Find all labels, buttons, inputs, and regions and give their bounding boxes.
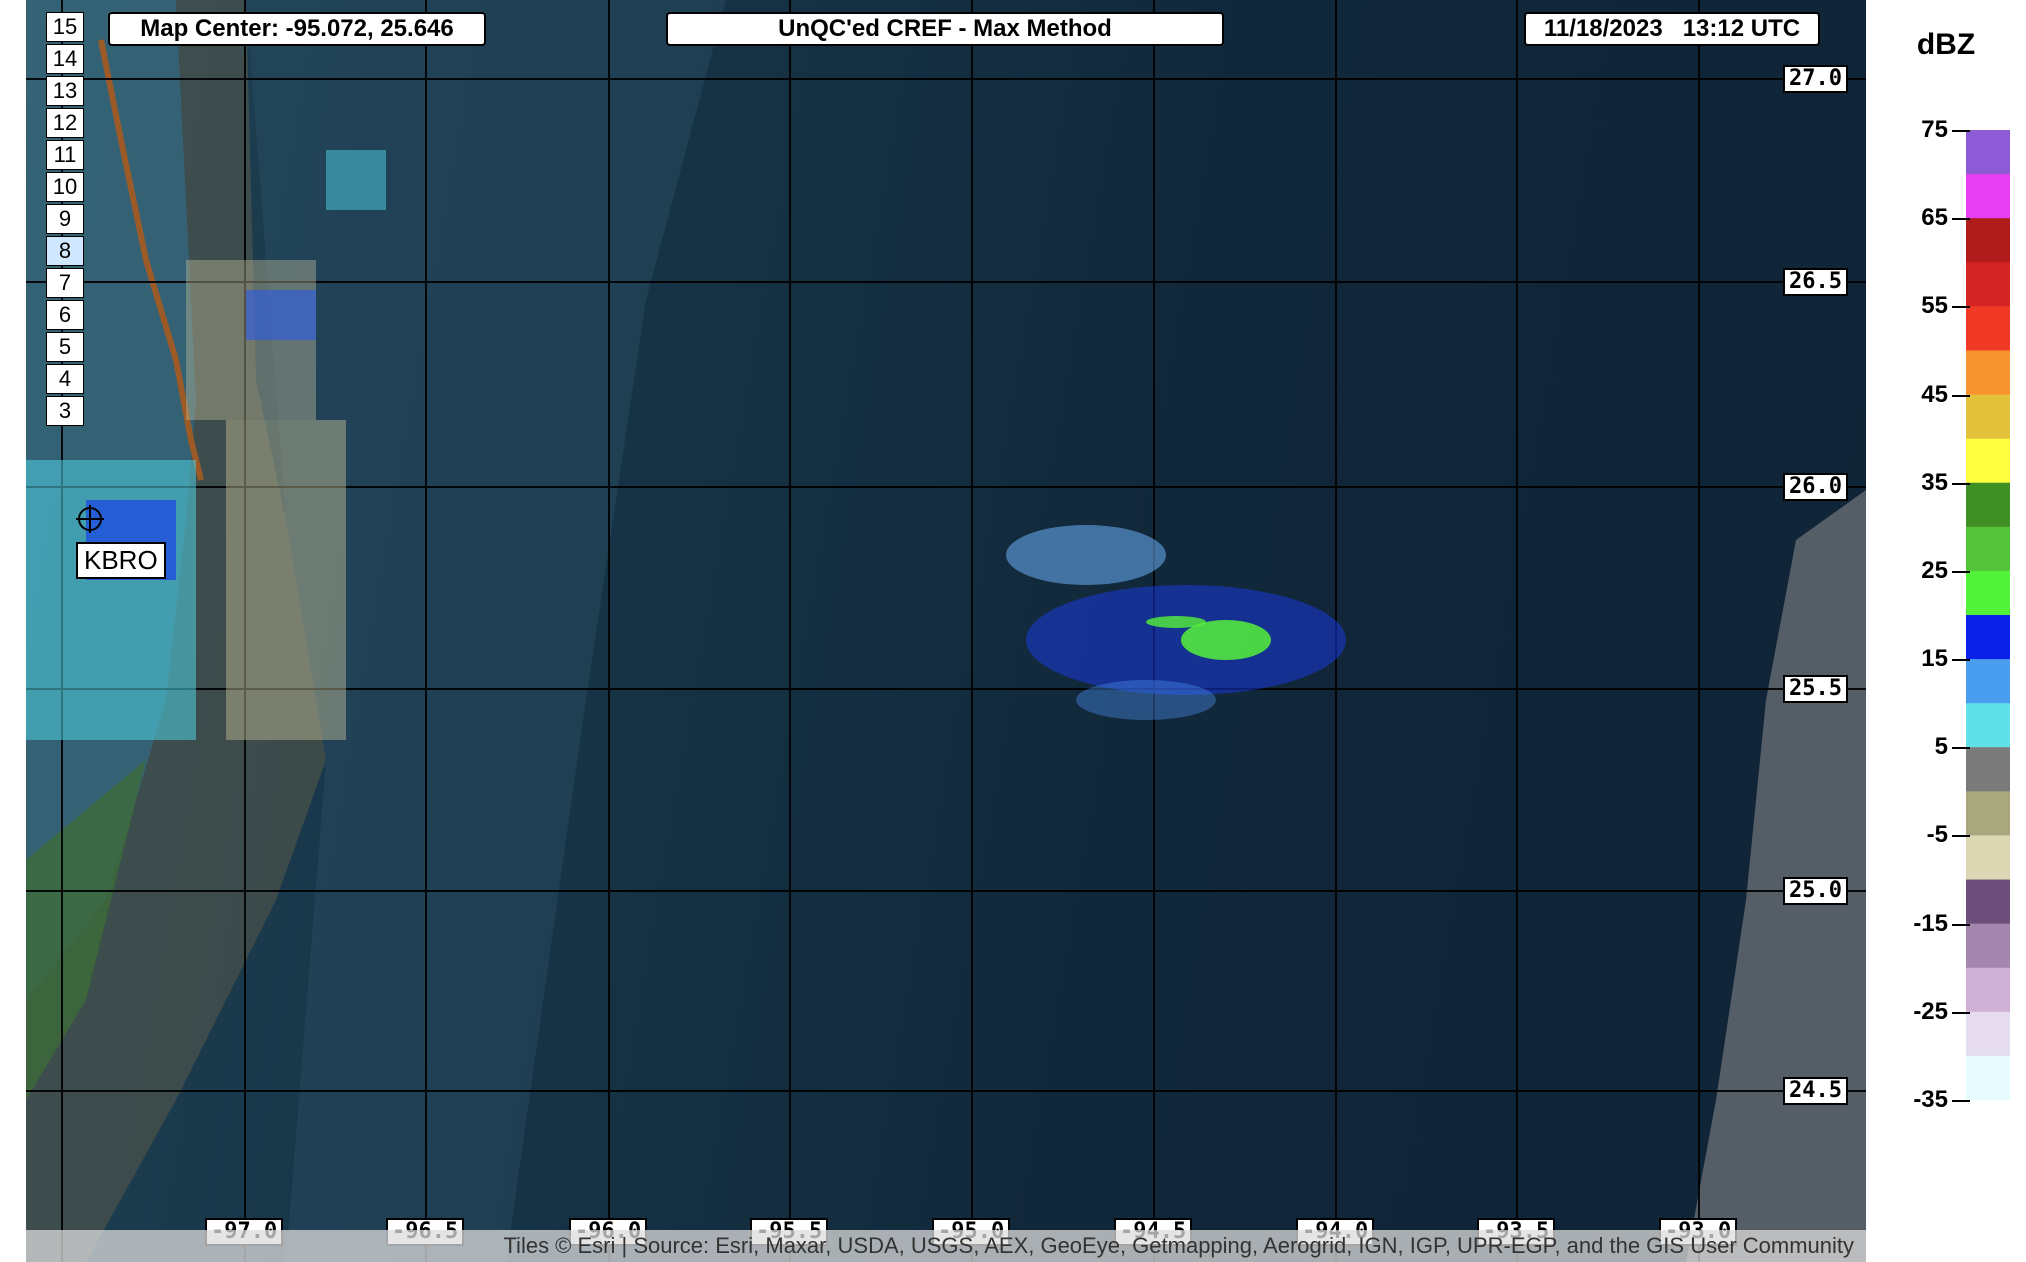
- legend-swatch: [1966, 350, 2010, 396]
- legend-tick-label: 5: [1934, 733, 1948, 761]
- zoom-level-3[interactable]: 3: [46, 396, 84, 426]
- legend-tick-mark: [1952, 130, 1970, 132]
- legend-swatch: [1966, 526, 2010, 572]
- legend-tick-label: 75: [1921, 116, 1948, 143]
- radar-map[interactable]: 15 14 13 12 11 10 9 8 7 6 5 4 3 Map Center: -95.072,…: [26, 0, 1866, 1262]
- latitude-label: 26.0: [1783, 473, 1848, 501]
- legend-swatch: [1966, 923, 2010, 969]
- zoom-level-12[interactable]: 12: [46, 108, 84, 138]
- map-basemap: [26, 0, 1866, 1262]
- legend-tick-label: 55: [1921, 292, 1948, 320]
- legend-tick-mark: [1952, 306, 1970, 309]
- legend-tick-mark: [1952, 1100, 1970, 1102]
- zoom-level-6[interactable]: 6: [46, 300, 84, 330]
- legend-swatch: [1966, 218, 2010, 263]
- legend-swatch: [1966, 791, 2010, 836]
- legend-swatch: [1966, 174, 2010, 219]
- tile-attribution: Tiles © Esri | Source: Esri, Maxar, USDA…: [26, 1230, 1866, 1262]
- legend-swatch: [1966, 306, 2010, 351]
- legend-swatch: [1966, 835, 2010, 881]
- zoom-level-13[interactable]: 13: [46, 76, 84, 106]
- legend-tick-label: 45: [1921, 380, 1948, 408]
- product-title: UnQC'ed CREF - Max Method: [666, 12, 1224, 46]
- zoom-level-14[interactable]: 14: [46, 44, 84, 74]
- legend-swatch: [1966, 394, 2010, 440]
- map-center-readout: Map Center: -95.072, 25.646: [108, 12, 486, 46]
- legend-tick-label: 35: [1921, 468, 1948, 496]
- legend-tick-mark: [1952, 1011, 1970, 1014]
- legend-swatch: [1966, 570, 2010, 616]
- latitude-label: 24.5: [1783, 1077, 1848, 1105]
- legend-swatch: [1966, 262, 2010, 307]
- legend-tick-mark: [1952, 659, 1970, 662]
- dbz-color-legend: dBZ 75 65 55 45 35 25 15 5 -5 -15 -25 -35: [1866, 0, 2026, 1262]
- legend-swatch: [1966, 659, 2010, 704]
- legend-swatch: [1966, 747, 2010, 792]
- legend-tick-mark: [1952, 218, 1970, 221]
- legend-tick-label: -35: [1913, 1086, 1948, 1113]
- legend-tick-mark: [1952, 570, 1970, 573]
- legend-swatch: [1966, 703, 2010, 748]
- legend-tick-label: 15: [1921, 645, 1948, 673]
- legend-swatch: [1966, 438, 2010, 484]
- legend-tick-label: 25: [1921, 556, 1948, 584]
- legend-tick-mark: [1952, 835, 1970, 838]
- legend-tick-label: 65: [1921, 204, 1948, 232]
- zoom-level-5[interactable]: 5: [46, 332, 84, 362]
- legend-swatch: [1966, 482, 2010, 528]
- latitude-label: 25.5: [1783, 675, 1848, 703]
- legend-color-bar: [1966, 130, 2010, 1101]
- legend-swatch: [1966, 615, 2010, 660]
- legend-tick-mark: [1952, 482, 1970, 485]
- legend-tick-mark: [1952, 394, 1970, 397]
- legend-swatch: [1966, 1055, 2010, 1101]
- zoom-level-9[interactable]: 9: [46, 204, 84, 234]
- latitude-label: 26.5: [1783, 268, 1848, 296]
- zoom-level-8[interactable]: 8: [46, 236, 84, 266]
- latitude-label: 27.0: [1783, 65, 1848, 93]
- legend-tick-mark: [1952, 747, 1970, 750]
- zoom-level-4[interactable]: 4: [46, 364, 84, 394]
- zoom-level-15[interactable]: 15: [46, 12, 84, 42]
- legend-swatch: [1966, 130, 2010, 175]
- latitude-label: 25.0: [1783, 877, 1848, 905]
- legend-swatch: [1966, 967, 2010, 1013]
- legend-swatch: [1966, 879, 2010, 925]
- legend-tick-mark: [1952, 923, 1970, 926]
- zoom-level-7[interactable]: 7: [46, 268, 84, 298]
- zoom-level-11[interactable]: 11: [46, 140, 84, 170]
- legend-tick-label: -15: [1913, 909, 1948, 937]
- zoom-level-strip: 15 14 13 12 11 10 9 8 7 6 5 4 3: [46, 12, 84, 428]
- legend-tick-label: -5: [1926, 821, 1948, 849]
- storm-echo: [1006, 525, 1346, 720]
- station-label[interactable]: KBRO: [76, 542, 166, 579]
- legend-tick-label: -25: [1913, 997, 1948, 1025]
- legend-swatch: [1966, 1011, 2010, 1057]
- zoom-level-10[interactable]: 10: [46, 172, 84, 202]
- timestamp: 11/18/2023 13:12 UTC: [1524, 12, 1820, 46]
